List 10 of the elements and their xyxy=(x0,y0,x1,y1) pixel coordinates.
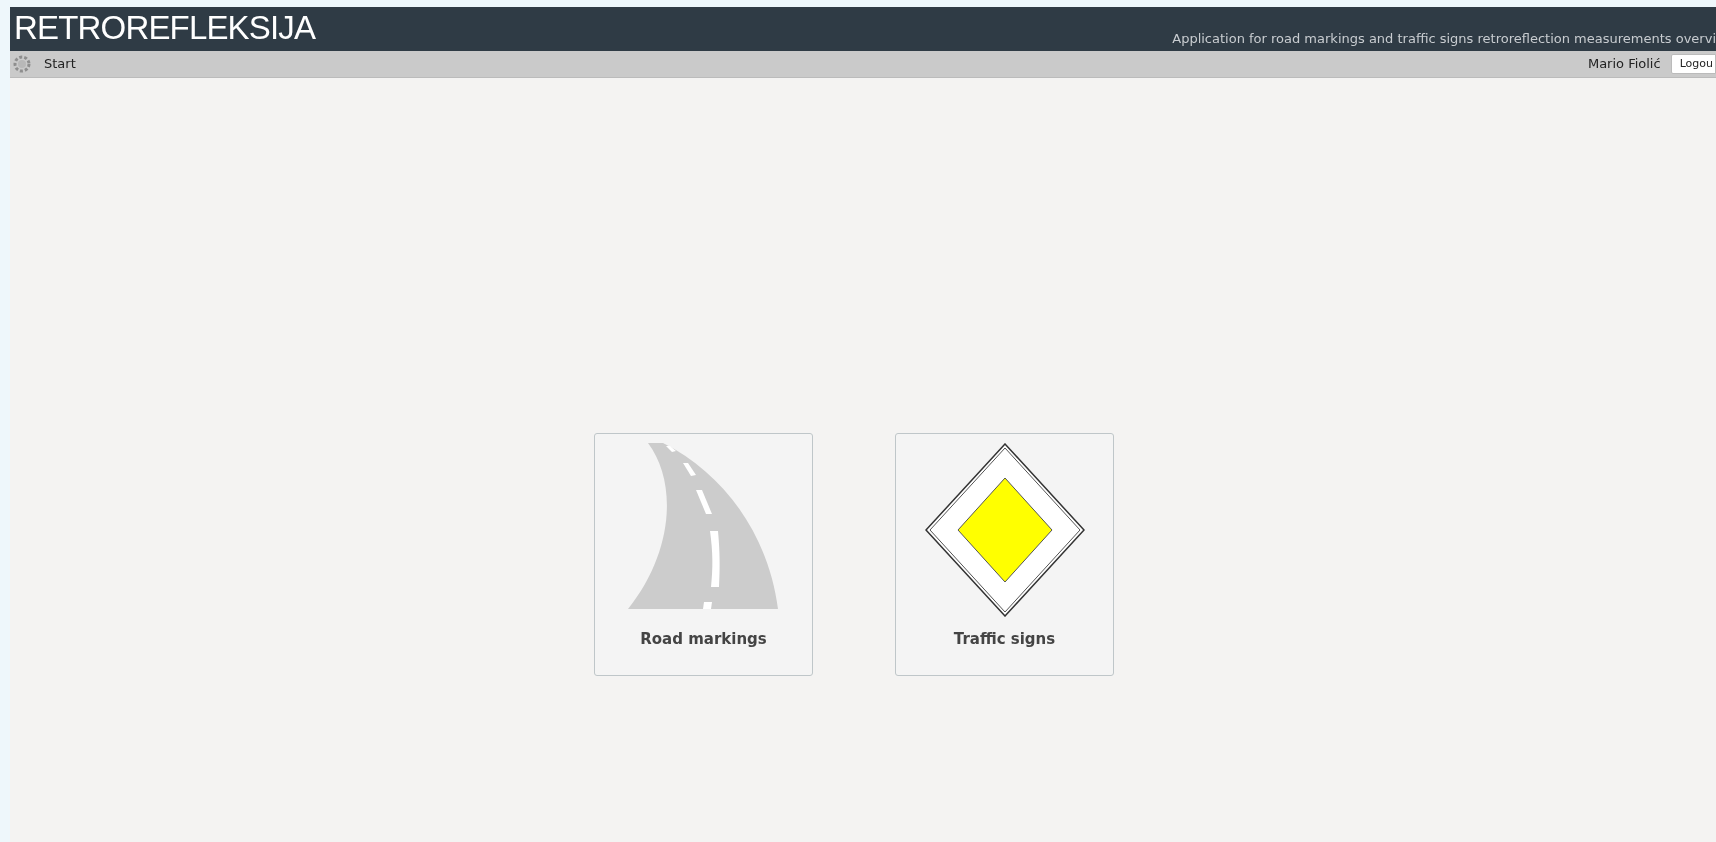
module-tile[interactable]: Road markings xyxy=(594,433,813,676)
module-tile[interactable]: Traffic signs xyxy=(895,433,1114,676)
start-button[interactable]: Start xyxy=(44,54,76,74)
user-name: Mario Fiolić xyxy=(1587,55,1661,74)
logout-button[interactable]: Logou xyxy=(1670,54,1716,74)
tile-label: Traffic signs xyxy=(953,629,1056,650)
tile-label: Road markings xyxy=(640,629,767,650)
priority-road-sign-icon xyxy=(924,443,1085,617)
app-subtitle: Application for road markings and traffic signs retroreflection measurements overvi xyxy=(1172,29,1716,48)
app-title: RETROREFLEKSIJA xyxy=(13,11,316,48)
